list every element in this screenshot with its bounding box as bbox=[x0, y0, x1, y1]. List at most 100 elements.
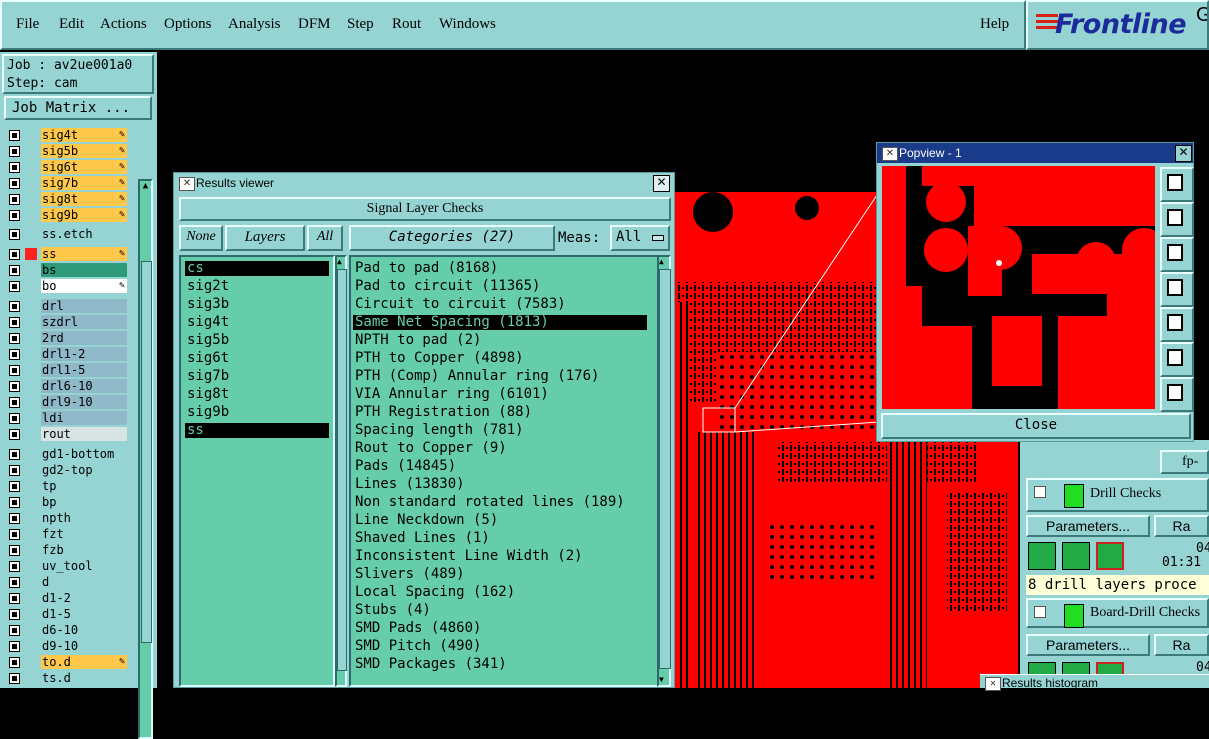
layer-name[interactable]: npth bbox=[41, 511, 127, 525]
scroll-down-icon[interactable]: ▼ bbox=[659, 675, 669, 685]
layer-list-item[interactable]: sig7b bbox=[185, 369, 329, 384]
category-list-item[interactable]: Pad to circuit (11365) bbox=[353, 279, 540, 294]
run-button-2[interactable]: Ra bbox=[1154, 634, 1209, 656]
layer-checkbox[interactable] bbox=[9, 625, 20, 636]
menu-help[interactable]: Help bbox=[980, 16, 1009, 33]
scroll-up-icon[interactable]: ▲ bbox=[659, 257, 669, 267]
category-list-item[interactable]: NPTH to pad (2) bbox=[353, 333, 481, 348]
layer-name[interactable]: drl bbox=[41, 299, 127, 313]
layer-row-sig8t[interactable]: sig8t ✎ bbox=[5, 192, 127, 207]
layer-row-d9-10[interactable]: d9-10 bbox=[5, 639, 127, 654]
category-list-item[interactable]: Pad to pad (8168) bbox=[353, 261, 498, 276]
layer-name[interactable]: gd2-top bbox=[41, 463, 127, 477]
layer-list-scroll-thumb[interactable] bbox=[141, 261, 152, 643]
category-list-item[interactable]: SMD Packages (341) bbox=[353, 657, 507, 672]
layer-name[interactable]: sig6t ✎ bbox=[41, 160, 127, 174]
layer-checkbox[interactable] bbox=[9, 162, 20, 173]
menu-edit[interactable]: Edit bbox=[59, 16, 84, 33]
layer-checkbox[interactable] bbox=[9, 545, 20, 556]
layer-name[interactable]: drl9-10 bbox=[41, 395, 127, 409]
menu-rout[interactable]: Rout bbox=[392, 16, 421, 33]
category-list-vscroll[interactable]: ▲ ▼ bbox=[657, 255, 671, 687]
layer-name[interactable]: to.d ✎ bbox=[41, 655, 127, 669]
layer-checkbox[interactable] bbox=[9, 657, 20, 668]
drill-checks-row[interactable]: Drill Checks bbox=[1026, 478, 1209, 512]
layer-name[interactable]: bo ✎ bbox=[41, 279, 127, 293]
layer-name[interactable]: sig4t ✎ bbox=[41, 128, 127, 142]
layer-checkbox[interactable] bbox=[9, 561, 20, 572]
layer-checkbox[interactable] bbox=[9, 641, 20, 652]
layer-checkbox[interactable] bbox=[9, 249, 20, 260]
layer-row-sig9b[interactable]: sig9b ✎ bbox=[5, 208, 127, 223]
action-icon-2[interactable] bbox=[1062, 542, 1090, 570]
category-list-item[interactable]: Stubs (4) bbox=[353, 603, 431, 618]
scroll-up-icon[interactable]: ▲ bbox=[337, 257, 345, 267]
layer-checkbox[interactable] bbox=[9, 194, 20, 205]
layer-row-bo[interactable]: bo ✎ bbox=[5, 279, 127, 294]
layer-row-drl9-10[interactable]: drl9-10 bbox=[5, 395, 127, 410]
close-icon[interactable]: ✕ bbox=[653, 175, 670, 192]
category-list-item[interactable]: Line Neckdown (5) bbox=[353, 513, 498, 528]
layer-name[interactable]: ss ✎ bbox=[41, 247, 127, 261]
parameters-button-1[interactable]: Parameters... bbox=[1026, 515, 1150, 537]
category-list-item[interactable]: SMD Pitch (490) bbox=[353, 639, 481, 654]
layer-checkbox[interactable] bbox=[9, 281, 20, 292]
window-menu-icon[interactable]: ✕ bbox=[179, 177, 195, 191]
menu-actions[interactable]: Actions bbox=[100, 16, 147, 33]
layer-name[interactable]: d9-10 bbox=[41, 639, 127, 653]
fit-view-button[interactable] bbox=[1160, 377, 1194, 412]
layer-row-drl[interactable]: drl bbox=[5, 299, 127, 314]
layer-name[interactable]: drl6-10 bbox=[41, 379, 127, 393]
layer-name[interactable]: rout bbox=[41, 427, 127, 441]
layer-name[interactable]: gd1-bottom bbox=[41, 447, 127, 461]
all-button[interactable]: All bbox=[307, 225, 343, 251]
layer-row-szdrl[interactable]: szdrl bbox=[5, 315, 127, 330]
layer-checkbox[interactable] bbox=[9, 178, 20, 189]
category-list-item[interactable]: Pads (14845) bbox=[353, 459, 456, 474]
layer-row-sig7b[interactable]: sig7b ✎ bbox=[5, 176, 127, 191]
layer-row-uv-tool[interactable]: uv_tool bbox=[5, 559, 127, 574]
layer-checkbox[interactable] bbox=[9, 146, 20, 157]
layer-checkbox[interactable] bbox=[9, 229, 20, 240]
category-list-item[interactable]: Slivers (489) bbox=[353, 567, 465, 582]
layer-list-item[interactable]: sig8t bbox=[185, 387, 329, 402]
layer-checkbox[interactable] bbox=[9, 429, 20, 440]
category-list-item[interactable]: Rout to Copper (9) bbox=[353, 441, 507, 456]
layer-name[interactable]: szdrl bbox=[41, 315, 127, 329]
layer-row-sig6t[interactable]: sig6t ✎ bbox=[5, 160, 127, 175]
zoom-in-button[interactable] bbox=[1160, 167, 1194, 202]
board-drill-checks-row[interactable]: Board-Drill Checks bbox=[1026, 598, 1209, 628]
category-list-item[interactable]: VIA Annular ring (6101) bbox=[353, 387, 549, 402]
layer-checkbox[interactable] bbox=[9, 381, 20, 392]
layer-checkbox[interactable] bbox=[9, 333, 20, 344]
layer-list-item[interactable]: sig5b bbox=[185, 333, 329, 348]
layer-row-ldi[interactable]: ldi bbox=[5, 411, 127, 426]
layer-row-tp[interactable]: tp bbox=[5, 479, 127, 494]
results-viewer-titlebar[interactable]: ✕ Results viewer ✕ bbox=[174, 173, 674, 193]
meas-dropdown[interactable]: All bbox=[610, 225, 670, 251]
layer-row-bp[interactable]: bp bbox=[5, 495, 127, 510]
layer-name[interactable]: bs bbox=[41, 263, 127, 277]
category-list-item[interactable]: Same Net Spacing (1813) bbox=[353, 315, 647, 330]
layer-checkbox[interactable] bbox=[9, 609, 20, 620]
category-list-item[interactable]: Local Spacing (162) bbox=[353, 585, 515, 600]
layer-row-d6-10[interactable]: d6-10 bbox=[5, 623, 127, 638]
category-list-item[interactable]: Inconsistent Line Width (2) bbox=[353, 549, 583, 564]
layer-row-sig5b[interactable]: sig5b ✎ bbox=[5, 144, 127, 159]
category-list-item[interactable]: Shaved Lines (1) bbox=[353, 531, 490, 546]
category-list-item[interactable]: Non standard rotated lines (189) bbox=[353, 495, 625, 510]
category-list-item[interactable]: Circuit to circuit (7583) bbox=[353, 297, 566, 312]
layer-name[interactable]: uv_tool bbox=[41, 559, 127, 573]
layer-row-drl6-10[interactable]: drl6-10 bbox=[5, 379, 127, 394]
menu-dfm[interactable]: DFM bbox=[298, 16, 331, 33]
category-list-item[interactable]: PTH to Copper (4898) bbox=[353, 351, 524, 366]
layer-name[interactable]: d bbox=[41, 575, 127, 589]
action-icon-1[interactable] bbox=[1028, 542, 1056, 570]
layer-name[interactable]: fzt bbox=[41, 527, 127, 541]
layer-row-d[interactable]: d bbox=[5, 575, 127, 590]
layer-row-drl1-5[interactable]: drl1-5 bbox=[5, 363, 127, 378]
category-list-item[interactable]: Lines (13830) bbox=[353, 477, 465, 492]
layer-row-rout[interactable]: rout bbox=[5, 427, 127, 442]
layer-row-d1-5[interactable]: d1-5 bbox=[5, 607, 127, 622]
layer-row-ss[interactable]: ss ✎ bbox=[5, 247, 127, 262]
